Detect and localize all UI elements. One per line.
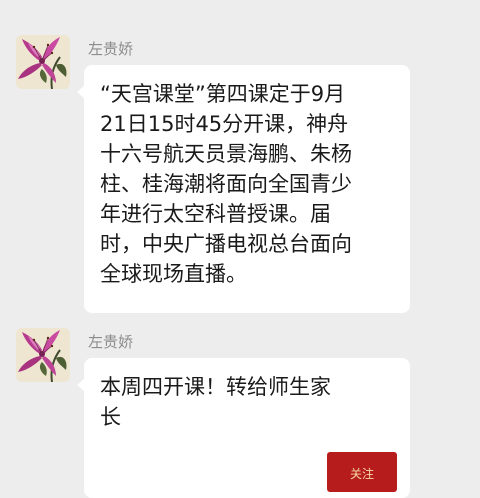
- message-text-line: 21日15时45分开课，神舟: [100, 112, 349, 136]
- lily-flower-icon: [16, 328, 70, 382]
- lily-flower-icon: [16, 35, 70, 89]
- message-text-line: 年进行太空科普授课。届: [100, 202, 331, 226]
- message-text-line: 本周四开课！转给师生家: [100, 375, 331, 399]
- follow-button[interactable]: 关注: [327, 452, 397, 492]
- avatar[interactable]: [16, 35, 70, 89]
- sender-name: 左贵娇: [88, 333, 134, 351]
- message-bubble[interactable]: “天宫课堂”第四课定于9月 21日15时45分开课，神舟 十六号航天员景海鹏、朱…: [77, 65, 410, 313]
- avatar[interactable]: [16, 328, 70, 382]
- sender-name: 左贵娇: [88, 40, 134, 58]
- message-text-line: 时，中央广播电视总台面向: [100, 232, 352, 256]
- message-text-line: 全球现场直播。: [100, 262, 247, 286]
- message-text-line: 柱、桂海潮将面向全国青少: [100, 172, 352, 196]
- message-text-line: 十六号航天员景海鹏、朱杨: [100, 142, 352, 166]
- message-text-line: 长: [100, 405, 121, 429]
- message-text-line: “天宫课堂”第四课定于9月: [100, 82, 346, 106]
